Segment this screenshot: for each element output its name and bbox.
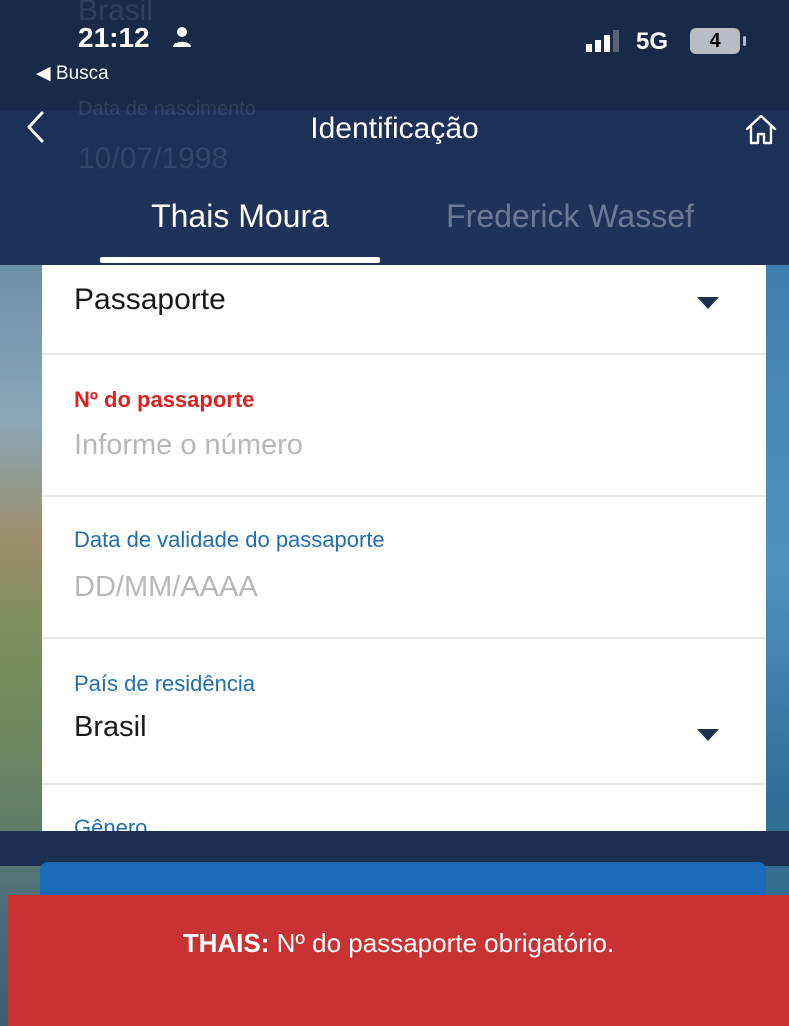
footer-overlay: [0, 831, 789, 866]
gender-label: Gênero: [74, 815, 148, 831]
chevron-down-icon: [697, 297, 719, 309]
error-message-text: Nº do passaporte obrigatório.: [269, 928, 615, 958]
active-tab-indicator: [100, 257, 380, 263]
chevron-down-icon: [697, 729, 719, 741]
identification-form: Passaporte Nº do passaporte Informe o nú…: [42, 265, 766, 831]
ghost-birth-value: 10/07/1998: [78, 142, 229, 175]
document-type-value: Passaporte: [74, 283, 226, 316]
passport-validity-input[interactable]: DD/MM/AAAA: [74, 571, 258, 604]
cellular-signal-icon: [586, 30, 619, 52]
status-time: 21:12: [78, 22, 150, 53]
passport-number-input[interactable]: Informe o número: [74, 429, 303, 462]
passport-validity-field[interactable]: Data de validade do passaporte DD/MM/AAA…: [42, 497, 766, 639]
gender-field[interactable]: Gênero: [42, 785, 766, 831]
residence-country-select[interactable]: País de residência Brasil: [42, 639, 766, 785]
person-icon: [173, 27, 191, 47]
passport-validity-label: Data de validade do passaporte: [74, 527, 385, 552]
document-type-select[interactable]: Passaporte: [42, 265, 766, 355]
residence-country-value: Brasil: [74, 711, 147, 743]
error-banner: [8, 895, 789, 1026]
back-to-app-link[interactable]: ◀ Busca: [36, 62, 109, 85]
page-title: Identificação: [310, 112, 479, 145]
error-passenger-name: THAIS:: [182, 928, 270, 958]
network-type: 5G: [636, 28, 669, 55]
tab-thais-moura[interactable]: Thais Moura: [100, 198, 380, 235]
residence-country-label: País de residência: [74, 671, 255, 696]
tab-frederick-wassef[interactable]: Frederick Wassef: [420, 198, 720, 235]
home-icon[interactable]: [744, 112, 778, 146]
battery-tip: [743, 36, 746, 46]
passport-number-field[interactable]: Nº do passaporte Informe o número: [42, 355, 766, 497]
passport-number-label: Nº do passaporte: [74, 387, 255, 412]
error-message: THAIS: Nº do passaporte obrigatório.: [8, 928, 789, 959]
battery-icon: 4: [690, 28, 740, 54]
